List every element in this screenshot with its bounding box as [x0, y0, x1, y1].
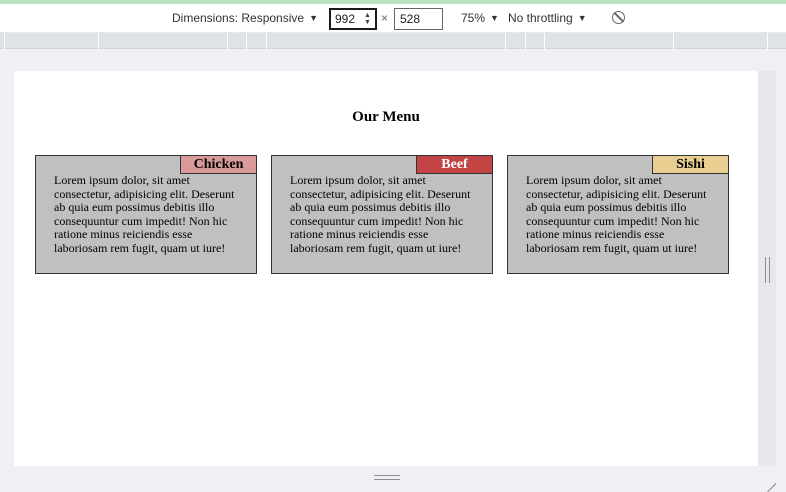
times-sign: ×: [381, 11, 389, 25]
card-text: Lorem ipsum dolor, sit amet consectetur,…: [526, 173, 707, 255]
caret-down-icon: ▼: [577, 13, 587, 23]
menu-card-sishi: Sishi Lorem ipsum dolor, sit amet consec…: [507, 155, 729, 274]
dimensions-label: Dimensions: Responsive: [172, 11, 305, 25]
corner-resize-icon[interactable]: [762, 471, 777, 492]
throttling-label: No throttling: [508, 11, 573, 25]
card-badge: Sishi: [652, 156, 728, 174]
width-spinner[interactable]: ▲ ▼: [363, 12, 372, 26]
ruler-tick: [227, 33, 228, 49]
spin-down-icon[interactable]: ▼: [363, 19, 372, 26]
caret-down-icon: ▼: [309, 13, 318, 23]
ruler-tick: [767, 33, 768, 49]
page-viewport: Our Menu Chicken Lorem ipsum dolor, sit …: [14, 71, 758, 466]
no-entry-icon[interactable]: [612, 11, 625, 24]
page-title: Our Menu: [352, 109, 420, 125]
media-query-ruler[interactable]: [0, 32, 786, 49]
zoom-label: 75%: [461, 11, 486, 25]
width-resize-handle[interactable]: [765, 257, 770, 283]
card-text: Lorem ipsum dolor, sit amet consectetur,…: [290, 173, 471, 255]
height-input[interactable]: 528: [394, 8, 443, 30]
height-resize-handle[interactable]: [374, 475, 400, 480]
height-value: 528: [400, 12, 421, 26]
ruler-tick: [673, 33, 674, 49]
spin-up-icon[interactable]: ▲: [363, 12, 372, 19]
ruler-tick: [544, 33, 545, 49]
width-input[interactable]: 992 ▲ ▼: [329, 8, 377, 30]
menu-card-beef: Beef Lorem ipsum dolor, sit amet consect…: [271, 155, 493, 274]
ruler-tick: [525, 33, 526, 49]
dimensions-dropdown[interactable]: Dimensions: Responsive ▼: [172, 4, 318, 32]
card-badge: Beef: [416, 156, 492, 174]
menu-card-chicken: Chicken Lorem ipsum dolor, sit amet cons…: [35, 155, 257, 274]
ruler-tick: [4, 33, 5, 49]
ruler-tick: [505, 33, 506, 49]
ruler-tick: [98, 33, 99, 49]
card-badge: Chicken: [180, 156, 256, 174]
throttling-dropdown[interactable]: No throttling ▼: [508, 4, 587, 32]
ruler-tick: [246, 33, 247, 49]
ruler-tick: [266, 33, 267, 49]
caret-down-icon: ▼: [490, 13, 499, 23]
width-value: 992: [335, 12, 356, 26]
device-toolbar: Dimensions: Responsive ▼ 992 ▲ ▼ × 528 75…: [0, 4, 786, 32]
card-text: Lorem ipsum dolor, sit amet consectetur,…: [54, 173, 235, 255]
zoom-dropdown[interactable]: 75% ▼: [461, 4, 499, 32]
